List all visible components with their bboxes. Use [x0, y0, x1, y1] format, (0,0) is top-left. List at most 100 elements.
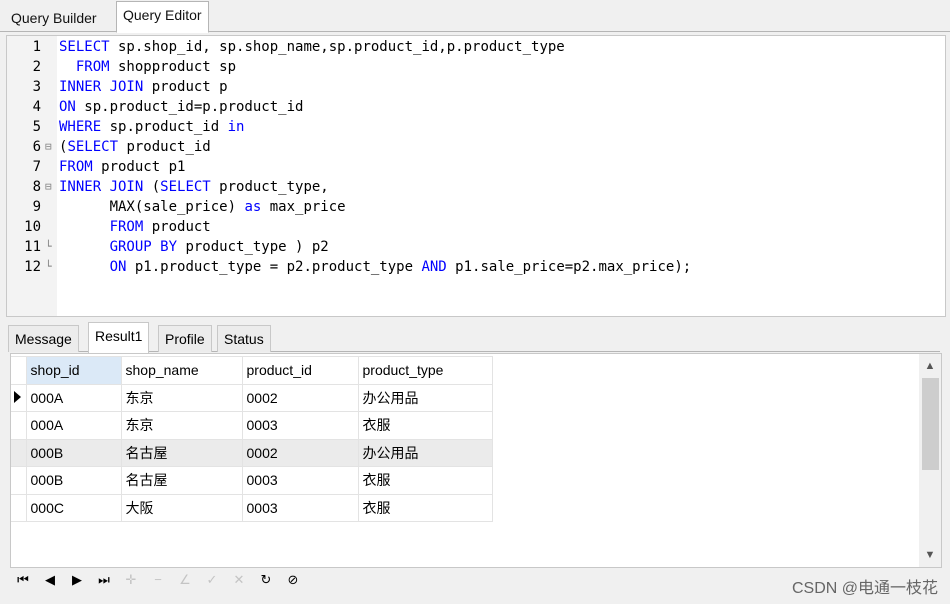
table-row[interactable]: 000A 东京 0002 办公用品: [11, 383, 493, 412]
code-line: 11 └ GROUP BY product_type ) p2: [7, 237, 927, 257]
row-indicator[interactable]: [11, 411, 27, 440]
code-line: 6 ⊟ (SELECT product_id: [7, 137, 927, 157]
post-edit-button[interactable]: ✓: [203, 571, 221, 589]
sql-editor[interactable]: 1 SELECT sp.shop_id, sp.shop_name,sp.prod…: [6, 35, 946, 317]
cell-shop-name[interactable]: 东京: [120, 411, 243, 440]
table-row[interactable]: 000C 大阪 0003 衣服: [11, 493, 493, 522]
column-header-shop-name[interactable]: shop_name: [120, 356, 243, 385]
code-line: 8 ⊟ INNER JOIN (SELECT product_type,: [7, 177, 927, 197]
cell-product-type[interactable]: 衣服: [357, 493, 493, 522]
tab-query-builder[interactable]: Query Builder: [4, 4, 104, 32]
column-header-product-id[interactable]: product_id: [241, 356, 359, 385]
cell-product-type[interactable]: 衣服: [357, 466, 493, 495]
code-text: ON sp.product_id=p.product_id: [59, 97, 303, 117]
fold-toggle-icon[interactable]: ⊟: [45, 177, 52, 197]
code-line: 1 SELECT sp.shop_id, sp.shop_name,sp.prod…: [7, 37, 927, 57]
line-number: 11: [24, 239, 41, 255]
code-text: (SELECT product_id: [59, 137, 211, 157]
tab-status[interactable]: Status: [217, 325, 271, 352]
scroll-up-icon[interactable]: ▲: [919, 356, 941, 376]
first-record-button[interactable]: ⏮: [14, 571, 32, 589]
sql-keyword: INNER JOIN: [59, 179, 144, 195]
column-header-product-type[interactable]: product_type: [357, 356, 493, 385]
tab-message[interactable]: Message: [8, 325, 79, 352]
line-number: 7: [32, 159, 41, 175]
cell-product-type[interactable]: 办公用品: [357, 438, 493, 467]
cell-product-type[interactable]: 衣服: [357, 411, 493, 440]
sql-text: sp.shop_id, sp.shop_name,sp.product_id,p…: [109, 39, 565, 55]
cancel-edit-button[interactable]: ✕: [230, 571, 248, 589]
cell-shop-name[interactable]: 东京: [120, 383, 243, 412]
edit-record-button[interactable]: ∠: [176, 571, 194, 589]
insert-record-button[interactable]: ✛: [122, 571, 140, 589]
cell-shop-id[interactable]: 000A: [25, 411, 122, 440]
code-line: 3 INNER JOIN product p: [7, 77, 927, 97]
row-indicator[interactable]: [11, 438, 27, 467]
cell-shop-id[interactable]: 000B: [25, 438, 122, 467]
code-text: FROM product: [59, 217, 211, 237]
sql-keyword: AND: [421, 259, 447, 275]
code-text: FROM shopproduct sp: [59, 57, 236, 77]
cell-shop-name[interactable]: 大阪: [120, 493, 243, 522]
cell-shop-id[interactable]: 000C: [25, 493, 122, 522]
cell-shop-name[interactable]: 名古屋: [120, 466, 243, 495]
prior-record-button[interactable]: ◀: [41, 571, 59, 589]
code-line: 4 ON sp.product_id=p.product_id: [7, 97, 927, 117]
delete-record-button[interactable]: −: [149, 571, 167, 589]
cell-shop-id[interactable]: 000B: [25, 466, 122, 495]
table-row[interactable]: 000B 名古屋 0003 衣服: [11, 466, 493, 495]
next-record-button[interactable]: ▶: [68, 571, 86, 589]
tab-query-editor[interactable]: Query Editor: [116, 1, 209, 33]
last-record-button[interactable]: ⏭: [95, 571, 113, 589]
sql-keyword: INNER JOIN: [59, 79, 144, 95]
stop-button[interactable]: ⊘: [284, 571, 302, 589]
row-indicator[interactable]: [11, 493, 27, 522]
cell-product-id[interactable]: 0003: [241, 466, 359, 495]
code-text: FROM product p1: [59, 157, 185, 177]
sql-text: product_type ) p2: [177, 239, 329, 255]
result-grid[interactable]: shop_id shop_name product_id product_typ…: [10, 353, 942, 568]
cell-shop-id[interactable]: 000A: [25, 383, 122, 412]
cell-product-id[interactable]: 0002: [241, 438, 359, 467]
line-number: 1: [32, 39, 41, 55]
fold-line-icon: └: [45, 240, 52, 253]
code-text: INNER JOIN (SELECT product_type,: [59, 177, 329, 197]
table-row[interactable]: 000A 东京 0003 衣服: [11, 411, 493, 440]
table-row[interactable]: 000B 名古屋 0002 办公用品: [11, 438, 493, 467]
sql-keyword: as: [244, 199, 262, 215]
cell-product-id[interactable]: 0003: [241, 411, 359, 440]
code-text: INNER JOIN product p: [59, 77, 228, 97]
top-tab-bar: Query Builder Query Editor: [0, 0, 950, 33]
row-indicator[interactable]: [11, 466, 27, 495]
scrollbar-thumb[interactable]: [922, 378, 939, 470]
cell-shop-name[interactable]: 名古屋: [120, 438, 243, 467]
line-number: 2: [32, 59, 41, 75]
cell-product-type[interactable]: 办公用品: [357, 383, 493, 412]
sql-text: max_price: [261, 199, 346, 215]
vertical-scrollbar[interactable]: ▲ ▼: [919, 354, 941, 567]
refresh-button[interactable]: ↻: [257, 571, 275, 589]
cell-product-id[interactable]: 0003: [241, 493, 359, 522]
sql-keyword: FROM: [75, 59, 110, 75]
row-indicator-header: [11, 356, 27, 385]
row-indicator[interactable]: [11, 383, 27, 412]
result-table: shop_id shop_name product_id product_typ…: [11, 356, 493, 522]
sql-text: MAX(sale_price): [59, 199, 245, 215]
tab-profile[interactable]: Profile: [158, 325, 212, 352]
cell-product-id[interactable]: 0002: [241, 383, 359, 412]
line-number: 9: [32, 199, 41, 215]
tab-result1[interactable]: Result1: [88, 322, 150, 353]
fold-toggle-icon[interactable]: ⊟: [45, 137, 52, 157]
code-line: 9 MAX(sale_price) as max_price: [7, 197, 927, 217]
scroll-down-icon[interactable]: ▼: [919, 545, 941, 565]
column-header-shop-id[interactable]: shop_id: [25, 356, 122, 385]
code-line: 12 └ ON p1.product_type = p2.product_type…: [7, 257, 927, 277]
sql-keyword: SELECT: [67, 139, 119, 155]
code-line: 5 WHERE sp.product_id in: [7, 117, 927, 137]
watermark: CSDN @电通一枝花: [791, 580, 938, 597]
line-number: 5: [32, 119, 41, 135]
sql-text: product p: [143, 79, 228, 95]
